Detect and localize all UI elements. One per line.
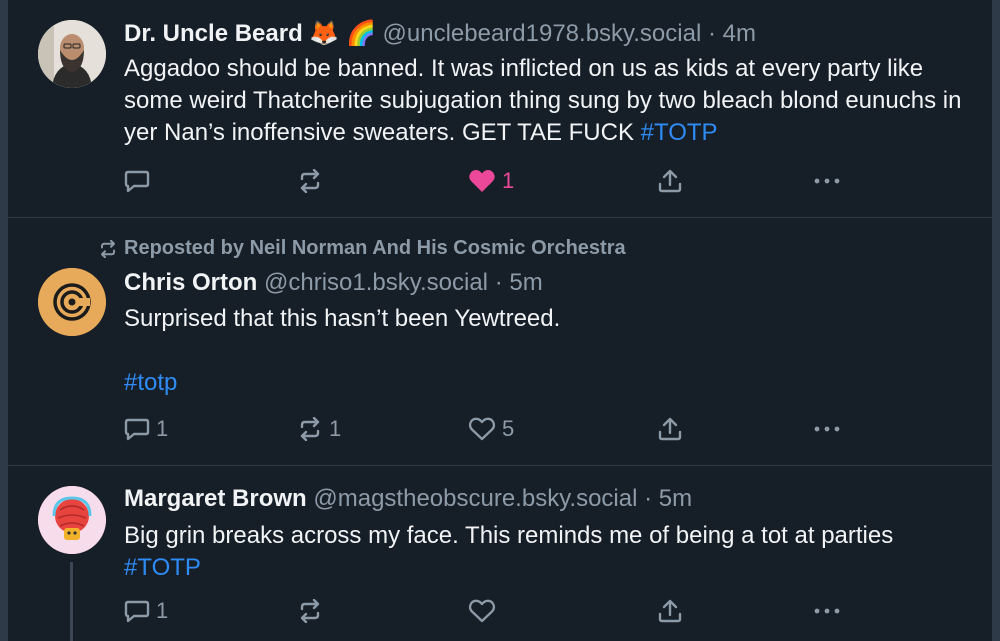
more-icon: [814, 608, 840, 614]
like-count: 5: [502, 416, 515, 441]
author-handle[interactable]: @chriso1.bsky.social: [264, 269, 488, 296]
post-hashtag-line: #TOTP: [124, 552, 980, 584]
post-actions: 1: [124, 166, 844, 196]
reply-count: 1: [156, 416, 169, 441]
avatar[interactable]: [38, 20, 106, 88]
post-text-body: Aggadoo should be banned. It was inflict…: [124, 55, 962, 146]
right-edge: [992, 466, 1000, 641]
left-edge: [0, 218, 8, 465]
repost-icon: [300, 169, 320, 193]
share-icon: [658, 599, 682, 623]
left-edge: [0, 466, 8, 641]
separator-dot: ·: [494, 269, 503, 296]
post-time[interactable]: 5m: [659, 485, 692, 512]
more-icon: [814, 426, 840, 432]
right-edge: [992, 0, 1000, 217]
post-hashtag-line: #totp: [124, 367, 980, 399]
post-header: Dr. Uncle Beard 🦊 🌈 @unclebeard1978.bsky…: [124, 19, 980, 49]
post-time[interactable]: 4m: [723, 20, 756, 47]
reply-button[interactable]: 1: [124, 596, 168, 626]
author-name[interactable]: Margaret Brown: [124, 485, 307, 512]
post-header: Margaret Brown @magstheobscure.bsky.soci…: [124, 484, 980, 514]
repost-button[interactable]: [297, 166, 329, 196]
reply-button[interactable]: [124, 166, 156, 196]
like-count: 1: [502, 168, 515, 193]
post-item[interactable]: Reposted by Neil Norman And His Cosmic O…: [0, 218, 1000, 466]
separator-dot: ·: [707, 20, 716, 47]
post-actions: 1 1 5: [124, 414, 844, 444]
more-button[interactable]: [814, 596, 840, 626]
post-time[interactable]: 5m: [509, 269, 542, 296]
hashtag-link[interactable]: #TOTP: [124, 554, 201, 581]
reply-button[interactable]: 1: [124, 414, 168, 444]
post-item[interactable]: Margaret Brown @magstheobscure.bsky.soci…: [0, 466, 1000, 641]
like-button[interactable]: 1: [468, 166, 514, 196]
repost-icon: [300, 599, 320, 623]
heart-icon: [468, 417, 496, 441]
like-button[interactable]: 5: [468, 414, 514, 444]
share-button[interactable]: [657, 414, 683, 444]
avatar[interactable]: [38, 486, 106, 554]
author-name[interactable]: Chris Orton: [124, 269, 257, 296]
like-button[interactable]: [468, 596, 502, 626]
right-edge: [992, 218, 1000, 465]
left-edge: [0, 0, 8, 217]
post-text: Aggadoo should be banned. It was inflict…: [124, 53, 980, 149]
share-button[interactable]: [657, 166, 683, 196]
share-icon: [658, 417, 682, 441]
share-button[interactable]: [657, 596, 683, 626]
repost-count: 1: [329, 416, 342, 441]
author-name[interactable]: Dr. Uncle Beard: [124, 20, 303, 47]
heart-icon: [469, 170, 495, 192]
repost-icon: [101, 239, 115, 258]
more-icon: [814, 178, 840, 184]
avatar[interactable]: [38, 268, 106, 336]
post-text: Surprised that this hasn’t been Yewtreed…: [124, 305, 561, 332]
separator-dot: ·: [644, 485, 653, 512]
author-handle[interactable]: @magstheobscure.bsky.social: [313, 485, 637, 512]
heart-icon: [468, 599, 496, 623]
share-icon: [658, 169, 682, 193]
reply-icon: [124, 600, 150, 623]
post-item[interactable]: Dr. Uncle Beard 🦊 🌈 @unclebeard1978.bsky…: [0, 0, 1000, 218]
post-actions: 1: [124, 596, 844, 626]
more-button[interactable]: [814, 166, 840, 196]
repost-label: Reposted by Neil Norman And His Cosmic O…: [124, 237, 626, 259]
reply-icon: [124, 170, 150, 193]
repost-button[interactable]: 1: [297, 414, 341, 444]
reply-icon: [124, 418, 150, 441]
thread-line: [70, 562, 73, 641]
reply-count: 1: [156, 598, 169, 623]
hashtag-link[interactable]: #TOTP: [641, 119, 718, 146]
post-header: Chris Orton @chriso1.bsky.social · 5m: [124, 268, 980, 298]
author-handle[interactable]: @unclebeard1978.bsky.social: [383, 20, 702, 47]
more-button[interactable]: [814, 414, 840, 444]
author-emoji: 🦊 🌈: [309, 20, 376, 47]
hashtag-link[interactable]: #totp: [124, 369, 177, 396]
repost-indicator[interactable]: Reposted by Neil Norman And His Cosmic O…: [98, 237, 626, 260]
repost-button[interactable]: [297, 596, 329, 626]
repost-icon: [300, 417, 320, 441]
post-text: Big grin breaks across my face. This rem…: [124, 522, 894, 549]
